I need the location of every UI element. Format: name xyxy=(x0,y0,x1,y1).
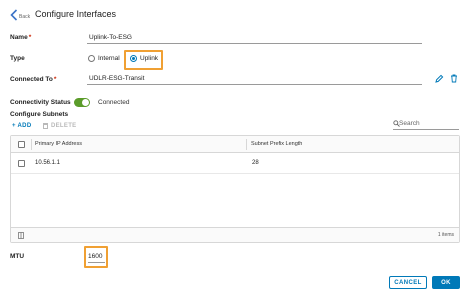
radio-internal[interactable]: Internal xyxy=(88,55,120,62)
delete-button[interactable]: DELETE xyxy=(43,123,76,129)
chevron-left-icon xyxy=(10,9,18,21)
row-checkbox[interactable] xyxy=(18,160,25,167)
connectivity-status-text: Connected xyxy=(98,99,130,106)
page-title: Configure Interfaces xyxy=(35,9,117,19)
ok-button[interactable]: OK xyxy=(432,276,460,289)
column-header-primary-ip[interactable]: Primary IP Address xyxy=(35,141,82,147)
page-header: Back Configure Interfaces xyxy=(0,0,474,28)
column-header-subnet-prefix[interactable]: Subnet Prefix Length xyxy=(251,141,302,147)
select-all-checkbox[interactable] xyxy=(18,141,25,148)
cell-primary-ip: 10.56.1.1 xyxy=(35,160,61,166)
cancel-button[interactable]: CANCEL xyxy=(389,276,427,289)
delete-label: DELETE xyxy=(51,123,77,129)
type-label: Type xyxy=(10,55,25,62)
radio-uplink-circle[interactable] xyxy=(130,55,137,62)
column-separator xyxy=(31,139,32,150)
grid-footer: 1 items xyxy=(11,227,459,242)
items-count: 1 items xyxy=(437,232,454,238)
trash-icon xyxy=(43,123,48,129)
add-button[interactable]: + ADD xyxy=(12,123,31,129)
connected-to-input[interactable] xyxy=(87,73,422,85)
radio-internal-circle[interactable] xyxy=(88,55,95,62)
search-input[interactable] xyxy=(393,120,453,127)
radio-uplink[interactable]: Uplink xyxy=(130,55,158,62)
connected-to-label: Connected To* xyxy=(10,76,57,83)
back-button[interactable]: Back xyxy=(10,9,30,21)
back-label: Back xyxy=(19,13,31,20)
configure-subnets-title: Configure Subnets xyxy=(10,111,69,118)
name-label: Name* xyxy=(10,34,32,41)
required-marker: * xyxy=(28,34,32,41)
table-row[interactable]: 10.56.1.1 28 xyxy=(11,153,459,174)
connectivity-status-label: Connectivity Status xyxy=(10,99,71,106)
pencil-icon[interactable] xyxy=(435,74,444,85)
connectivity-toggle[interactable] xyxy=(74,98,90,107)
search-icon xyxy=(393,120,400,127)
subnets-grid: Primary IP Address Subnet Prefix Length … xyxy=(10,135,460,243)
search-box[interactable] xyxy=(393,118,459,130)
name-input[interactable] xyxy=(87,32,422,44)
required-marker: * xyxy=(53,76,57,83)
column-separator xyxy=(246,139,247,150)
mtu-label: MTU xyxy=(10,253,25,260)
cell-subnet-prefix: 28 xyxy=(252,160,259,166)
mtu-input[interactable] xyxy=(88,250,105,263)
column-toggle-icon[interactable] xyxy=(18,232,24,239)
radio-uplink-label: Uplink xyxy=(140,55,159,62)
trash-icon[interactable] xyxy=(450,74,458,85)
grid-header: Primary IP Address Subnet Prefix Length xyxy=(11,136,459,153)
radio-internal-label: Internal xyxy=(98,55,120,62)
